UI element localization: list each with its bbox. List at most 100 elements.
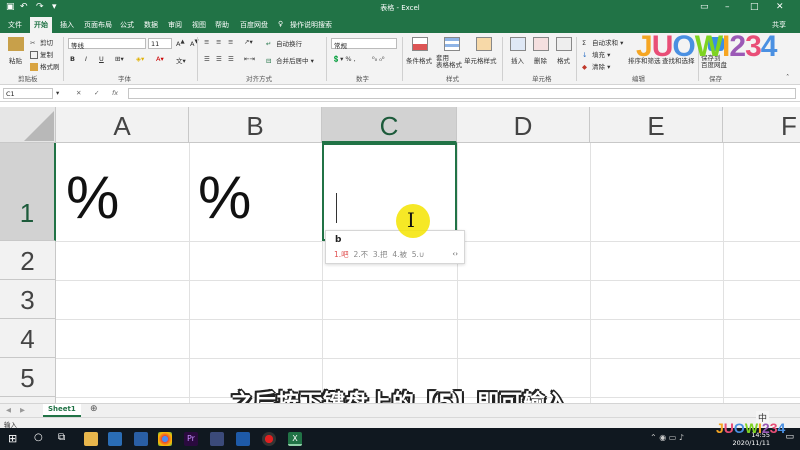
column-header-f[interactable]: F [723, 107, 800, 143]
ime-candidate-5[interactable]: 5.∪ [412, 250, 425, 259]
currency-icon[interactable]: 💲▾ % , [332, 55, 356, 63]
row-header-1[interactable]: 1 [0, 143, 56, 241]
notification-icon[interactable]: ▭ [785, 432, 794, 442]
font-size-select[interactable]: 11 [148, 38, 172, 49]
ime-page-arrows-icon[interactable]: ‹› [452, 250, 458, 258]
number-format-select[interactable]: 常规 [331, 38, 397, 50]
tab-formulas[interactable]: 公式 [120, 20, 134, 30]
name-box-dropdown-icon[interactable]: ▾ [56, 89, 59, 97]
ime-candidate-1[interactable]: 1.吧 [334, 250, 349, 259]
lightbulb-icon: ♀ [278, 20, 284, 28]
windows-start-icon[interactable]: ⊞ [8, 432, 17, 445]
column-header-c[interactable]: C [322, 107, 457, 143]
ime-candidate-3[interactable]: 3.把 [373, 250, 388, 259]
delete-cells-button[interactable]: 删除 [534, 55, 547, 65]
format-painter-button[interactable]: 格式刷 [30, 61, 60, 71]
cancel-entry-icon[interactable]: ✕ [76, 89, 81, 97]
maximize-icon[interactable]: □ [750, 2, 759, 12]
copy-button[interactable]: 复制 [30, 49, 53, 59]
app-navy-icon[interactable] [134, 432, 148, 446]
phonetic-icon[interactable]: 文▾ [176, 55, 186, 65]
scroll-sheets-left-icon[interactable]: ◀ [6, 406, 11, 414]
close-icon[interactable]: ✕ [776, 2, 784, 12]
tell-me-search[interactable]: 操作说明搜索 [290, 20, 332, 30]
autosum-button[interactable]: Σ 自动求和 ▾ [582, 37, 623, 47]
tab-file[interactable]: 文件 [8, 20, 22, 30]
chrome-icon[interactable] [158, 432, 172, 446]
tab-home[interactable]: 开始 [30, 17, 52, 33]
fill-color-icon[interactable]: ◈▾ [136, 55, 144, 63]
enter-entry-icon[interactable]: ✓ [94, 89, 99, 97]
phone-icon[interactable] [236, 432, 250, 446]
tab-view[interactable]: 视图 [192, 20, 206, 30]
decimal-icon[interactable]: ⁰₀ ₀⁰ [372, 55, 385, 63]
add-sheet-icon[interactable]: ⊕ [90, 404, 98, 414]
conditional-format-button[interactable]: 条件格式 [406, 55, 432, 65]
save-group-label: 保存 [709, 75, 722, 83]
middle-align-icon[interactable]: ≡ [216, 38, 221, 46]
tray-icons[interactable]: ⌃ ◉ ▭ ♪ [650, 433, 684, 442]
record-icon[interactable] [262, 432, 276, 446]
column-header-e[interactable]: E [590, 107, 723, 143]
cell-styles-button[interactable]: 单元格样式 [464, 55, 497, 65]
search-icon[interactable]: ○ [34, 432, 43, 443]
clear-button[interactable]: ◆ 清除 ▾ [582, 61, 610, 71]
tab-data[interactable]: 数据 [144, 20, 158, 30]
cell-c1-active[interactable] [322, 143, 457, 241]
share-button[interactable]: 共享 [772, 20, 786, 30]
bottom-align-icon[interactable]: ≡ [228, 38, 233, 46]
excel-taskbar-icon[interactable]: X [288, 432, 302, 446]
font-name-select[interactable]: 等线 [68, 38, 146, 50]
cut-button[interactable]: ✂ 剪切 [30, 37, 53, 47]
orientation-icon[interactable]: ↗▾ [244, 38, 253, 46]
file-explorer-icon[interactable] [84, 432, 98, 446]
row-header-4[interactable]: 4 [0, 319, 56, 358]
tab-insert[interactable]: 插入 [60, 20, 74, 30]
app-grey-icon[interactable] [210, 432, 224, 446]
app-blue-icon[interactable] [108, 432, 122, 446]
ime-candidate-2[interactable]: 2.不 [353, 250, 368, 259]
row-header-2[interactable]: 2 [0, 241, 56, 280]
underline-button[interactable]: U [99, 55, 104, 63]
formula-input[interactable] [128, 88, 796, 99]
insert-function-icon[interactable]: fx [112, 89, 118, 97]
premiere-icon[interactable]: Pr [184, 432, 198, 446]
borders-icon[interactable]: ⊞▾ [115, 55, 124, 63]
scroll-sheets-right-icon[interactable]: ▶ [20, 406, 25, 414]
column-header-d[interactable]: D [457, 107, 590, 143]
bold-button[interactable]: B [70, 55, 75, 63]
font-color-icon[interactable]: A▾ [156, 55, 164, 63]
row-header-3[interactable]: 3 [0, 280, 56, 319]
cell-b1[interactable]: % [198, 163, 251, 232]
column-header-b[interactable]: B [189, 107, 322, 143]
italic-button[interactable]: I [85, 55, 87, 63]
tab-baidu-netdisk[interactable]: 百度网盘 [240, 20, 268, 30]
ime-candidate-4[interactable]: 4.被 [392, 250, 407, 259]
align-left-icon[interactable]: ☰ [204, 55, 210, 63]
format-cells-button[interactable]: 格式 [557, 55, 570, 65]
grow-font-icon[interactable]: A▲ [176, 39, 185, 48]
tab-review[interactable]: 审阅 [168, 20, 182, 30]
ribbon-display-icon[interactable]: ▭ [700, 2, 709, 12]
select-all-corner[interactable] [0, 107, 56, 143]
column-header-a[interactable]: A [56, 107, 189, 143]
sheet-tab-sheet1[interactable]: Sheet1 [43, 404, 81, 417]
top-align-icon[interactable]: ≡ [204, 38, 209, 46]
insert-cells-button[interactable]: 插入 [511, 55, 524, 65]
wrap-text-button[interactable]: ↵ 自动换行 [266, 38, 302, 48]
task-view-icon[interactable]: ⧉ [58, 432, 65, 443]
tab-page-layout[interactable]: 页面布局 [84, 20, 112, 30]
fill-button[interactable]: ↓ 填充 ▾ [582, 49, 610, 59]
indent-icon[interactable]: ⇤⇥ [244, 55, 255, 63]
tab-help[interactable]: 帮助 [215, 20, 229, 30]
paste-button[interactable]: 粘贴 [9, 55, 22, 65]
cell-a1[interactable]: % [66, 163, 119, 232]
minimize-icon[interactable]: – [725, 2, 730, 12]
align-right-icon[interactable]: ☰ [228, 55, 234, 63]
merge-center-button[interactable]: ⊟ 合并后居中 ▾ [266, 55, 314, 65]
name-box[interactable]: C1 [3, 88, 53, 99]
align-center-icon[interactable]: ☰ [216, 55, 222, 63]
collapse-ribbon-icon[interactable]: ˄ [786, 73, 789, 81]
paste-icon[interactable] [8, 37, 24, 51]
format-table-button[interactable]: 套用 表格格式 [436, 55, 462, 69]
